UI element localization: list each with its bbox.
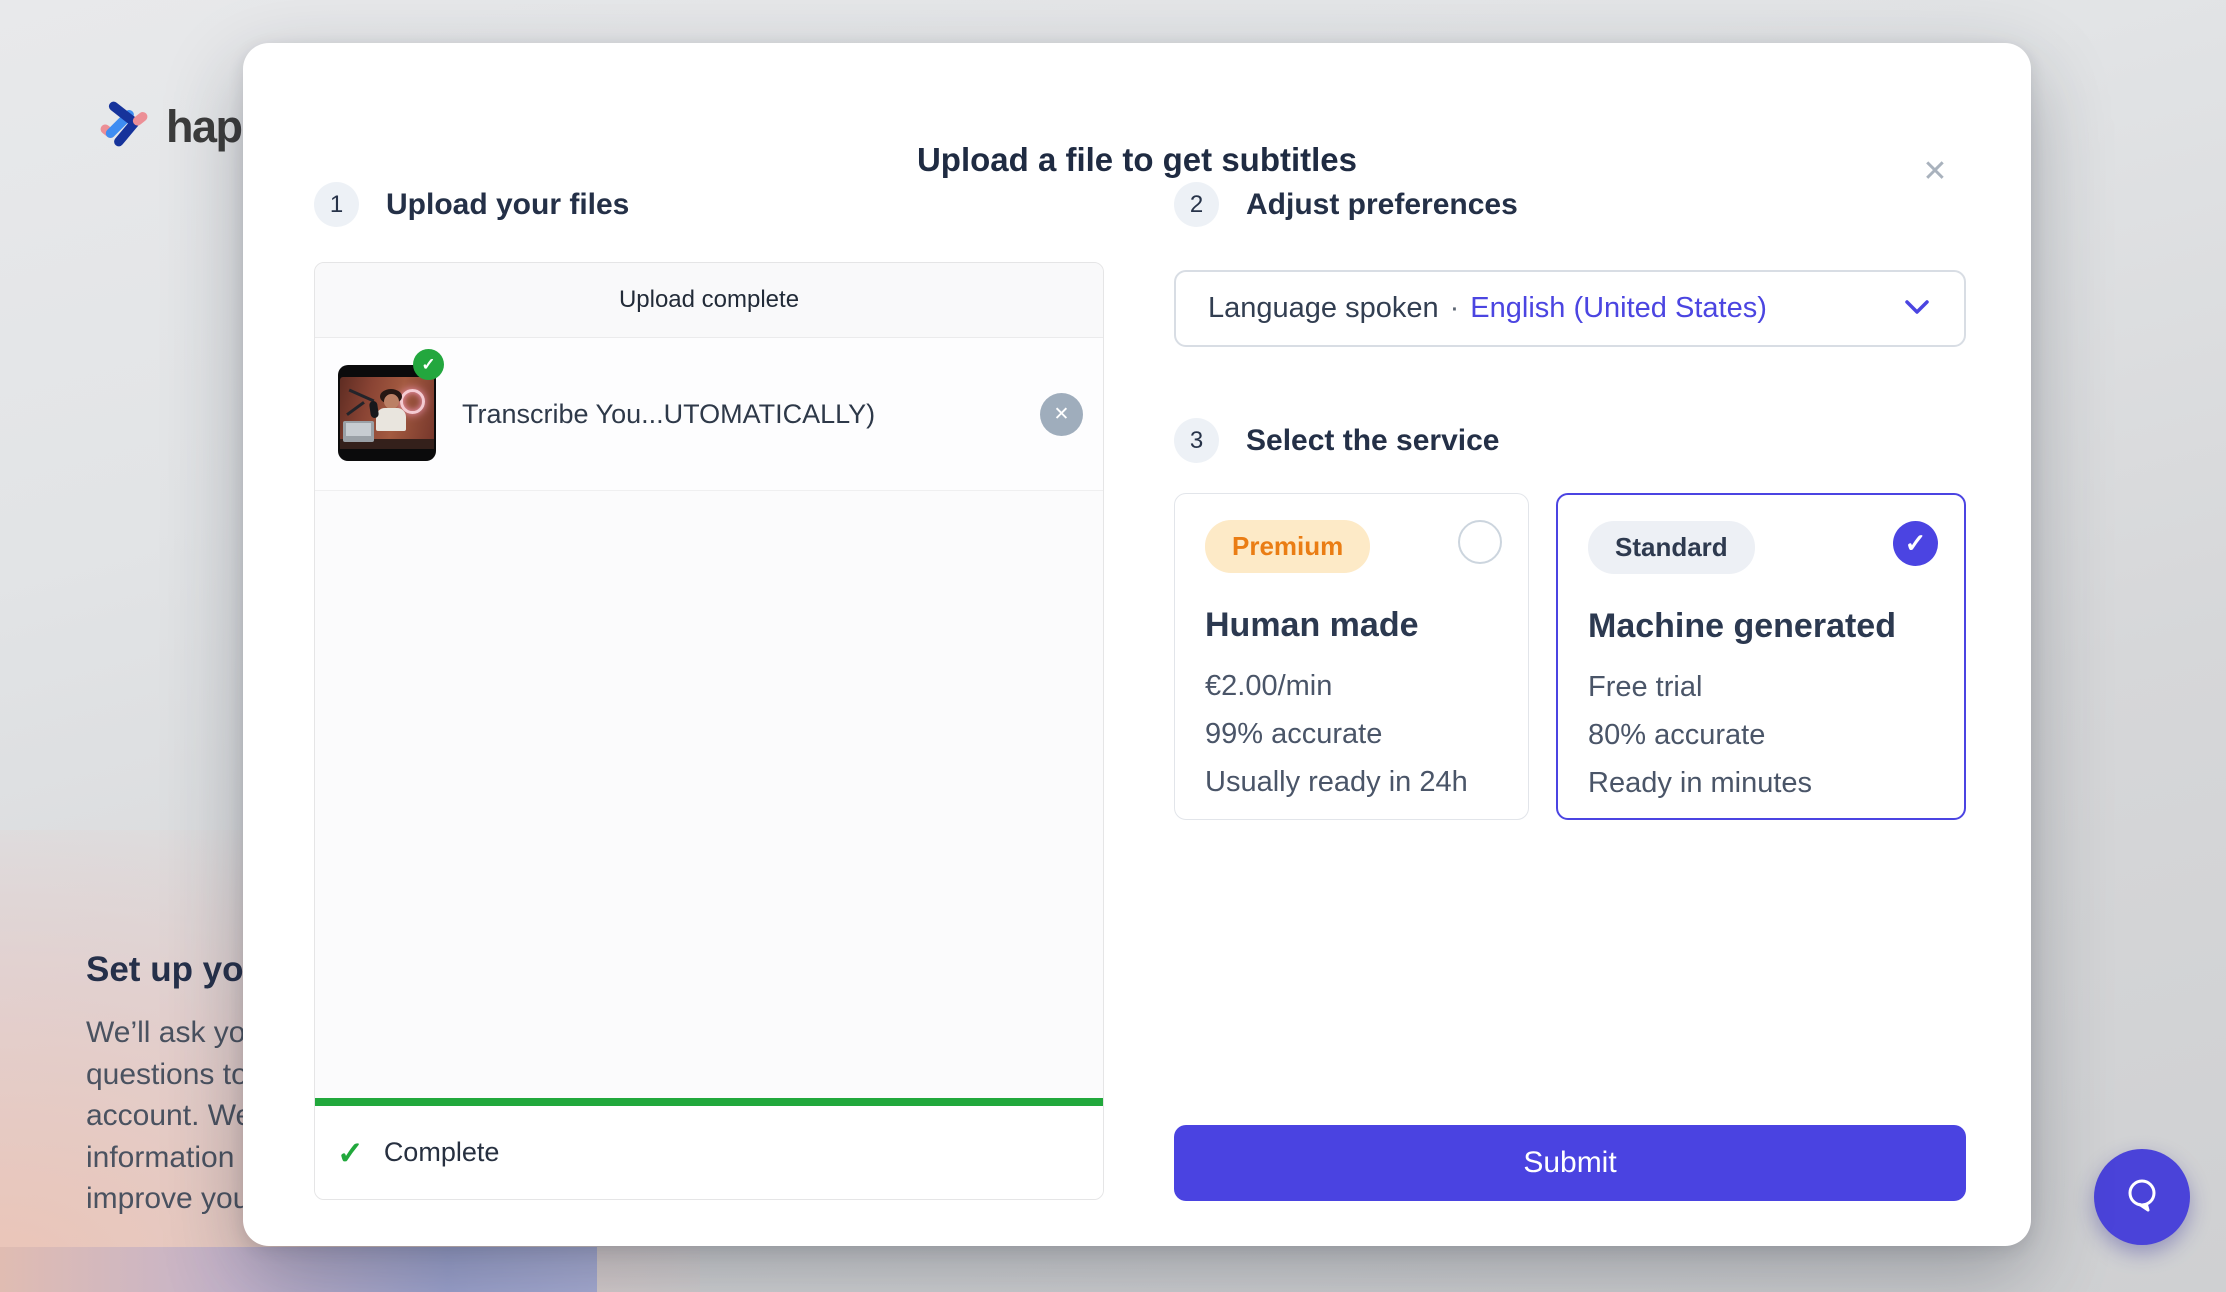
upload-success-check-icon: ✓ [413,349,444,380]
language-select[interactable]: Language spoken · English (United States… [1174,270,1966,347]
thumbnail-person-shirt [376,408,406,431]
upload-subtitles-modal: Upload a file to get subtitles ✕ 1 Uploa… [243,43,2031,1246]
upload-footer: ✓ Complete [315,1106,1103,1199]
file-list-empty-area [315,491,1103,1098]
close-icon[interactable]: ✕ [1911,147,1959,195]
standard-selected-check-icon[interactable]: ✓ [1893,521,1938,566]
thumbnail-mic-arm [346,401,365,416]
standard-features: Free trial 80% accurate Ready in minutes [1588,663,1934,807]
language-select-value: English (United States) [1470,292,1767,325]
chat-bubble-icon [2119,1172,2165,1223]
complete-label: Complete [384,1137,500,1168]
background-purple-strip [0,1247,597,1292]
help-chat-button[interactable] [2094,1149,2190,1245]
step-2-label: Adjust preferences [1246,188,1518,222]
setup-paragraph: We’ll ask you questions to account. We i… [86,1012,262,1220]
setup-paragraph-line: improve you [86,1178,262,1220]
happy-scribe-logo-icon [98,96,150,157]
submit-button[interactable]: Submit [1174,1125,1966,1201]
setup-paragraph-line: questions to [86,1054,262,1096]
setup-paragraph-line: information [86,1137,262,1179]
premium-radio-unselected[interactable] [1458,520,1502,564]
complete-check-icon: ✓ [337,1134,364,1172]
premium-title: Human made [1205,606,1498,645]
file-name: Transcribe You...UTOMATICALLY) [462,338,875,490]
step-3-label: Select the service [1246,424,1500,458]
thumbnail-art [340,377,434,449]
thumbnail-mic-arm [349,389,375,403]
thumbnail-person-head [384,394,399,409]
service-cards: Premium Human made €2.00/min 99% accurat… [1174,493,1966,820]
standard-feature: Free trial [1588,663,1934,711]
language-select-label: Language spoken [1208,292,1439,325]
upload-progress-bar [315,1098,1103,1106]
language-select-separator: · [1450,292,1460,325]
video-thumbnail [338,365,436,461]
thumbnail-microphone [369,401,379,419]
upload-status-header: Upload complete [315,263,1103,338]
premium-badge: Premium [1205,520,1370,573]
service-card-standard[interactable]: Standard ✓ Machine generated Free trial … [1556,493,1966,820]
chevron-down-icon [1902,292,1932,325]
setup-heading: Set up you [86,950,265,990]
remove-file-button[interactable]: ✕ [1040,393,1083,436]
upload-panel: Upload complete ✓ Transcrib [314,262,1104,1200]
step-2-header: 2 Adjust preferences [1174,182,1518,227]
standard-badge: Standard [1588,521,1755,574]
premium-feature: 99% accurate [1205,710,1498,758]
step-2-number: 2 [1174,182,1219,227]
step-3-header: 3 Select the service [1174,418,1500,463]
premium-feature: €2.00/min [1205,662,1498,710]
service-card-premium[interactable]: Premium Human made €2.00/min 99% accurat… [1174,493,1529,820]
step-1-label: Upload your files [386,188,629,222]
premium-feature: Usually ready in 24h [1205,758,1498,806]
standard-title: Machine generated [1588,607,1934,646]
setup-paragraph-line: account. We [86,1095,262,1137]
modal-title: Upload a file to get subtitles [243,141,2031,179]
thumbnail-laptop [343,421,374,442]
step-1-number: 1 [314,182,359,227]
thumbnail-laptop-screen [346,423,371,436]
standard-feature: Ready in minutes [1588,759,1934,807]
standard-feature: 80% accurate [1588,711,1934,759]
step-1-header: 1 Upload your files [314,182,629,227]
step-3-number: 3 [1174,418,1219,463]
setup-paragraph-line: We’ll ask you [86,1012,262,1054]
uploaded-file-row: ✓ Transcribe You...UTOMATICALLY) ✕ [315,338,1103,491]
premium-features: €2.00/min 99% accurate Usually ready in … [1205,662,1498,806]
